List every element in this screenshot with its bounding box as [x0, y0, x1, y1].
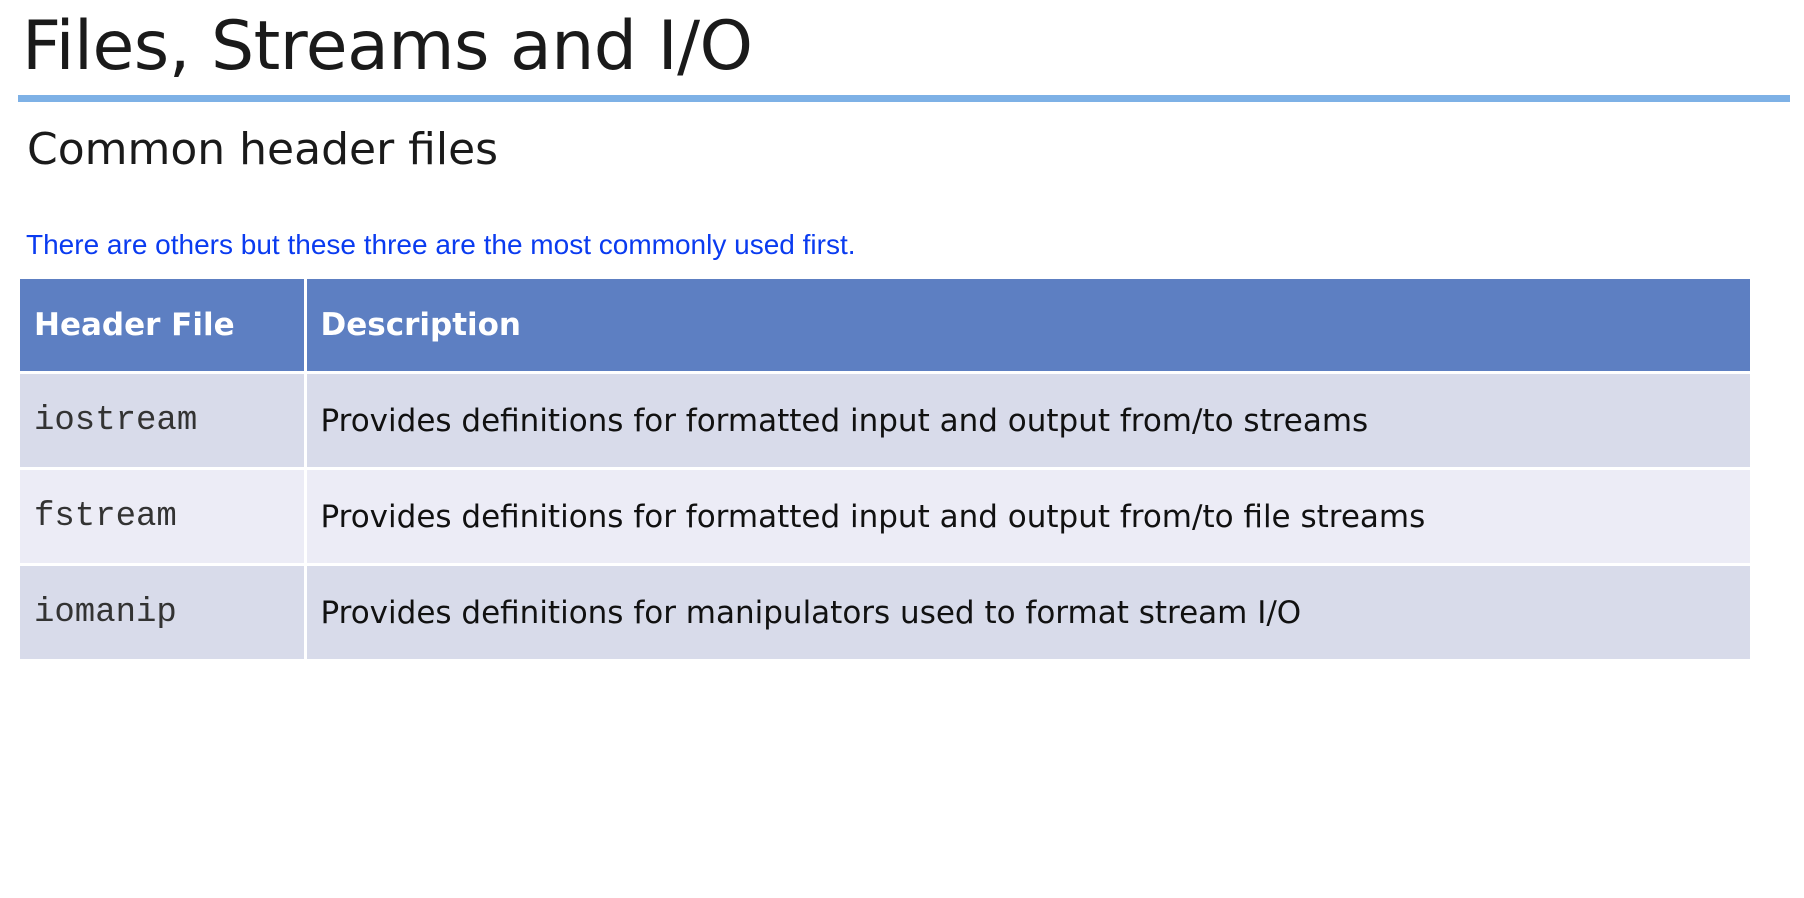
header-file-name: iostream	[20, 371, 307, 469]
table-row: iostream Provides definitions for format…	[20, 371, 1750, 469]
column-header-file: Header File	[20, 279, 307, 373]
title-divider	[18, 95, 1790, 102]
slide-note: There are others but these three are the…	[26, 229, 856, 260]
table-row: fstream Provides definitions for formatt…	[20, 467, 1750, 565]
header-files-table: Header File Description iostream Provide…	[20, 279, 1750, 659]
table-row: iomanip Provides definitions for manipul…	[20, 563, 1750, 659]
slide-subtitle: Common header files	[27, 124, 499, 175]
column-header-description: Description	[305, 279, 1750, 373]
header-file-description: Provides definitions for formatted input…	[305, 371, 1750, 469]
header-file-description: Provides definitions for formatted input…	[305, 467, 1750, 565]
header-file-description: Provides definitions for manipulators us…	[305, 563, 1750, 659]
slide-title: Files, Streams and I/O	[22, 7, 753, 86]
header-file-name: iomanip	[20, 563, 307, 659]
table-header-row: Header File Description	[20, 279, 1750, 373]
header-file-name: fstream	[20, 467, 307, 565]
